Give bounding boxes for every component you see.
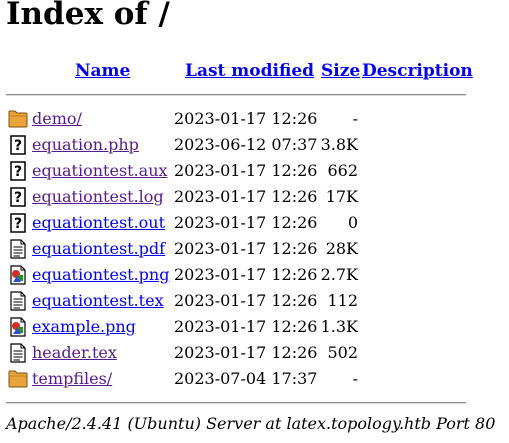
unknown-file-icon: ?	[8, 213, 28, 233]
size-cell: 28K	[325, 239, 358, 258]
size-cell: 1.3K	[320, 317, 358, 336]
size-cell: 3.8K	[320, 135, 358, 154]
size-cell: 662	[327, 161, 358, 180]
file-row: ? equationtest.log 2023-01-17 12:26 17K	[0, 185, 509, 209]
sort-by-description-link[interactable]: Description	[362, 61, 473, 81]
last-modified-cell: 2023-01-17 12:26	[174, 265, 318, 284]
file-link[interactable]: equationtest.pdf	[32, 237, 165, 261]
file-row: equationtest.pdf 2023-01-17 12:26 28K	[0, 237, 509, 261]
file-row: equationtest.png 2023-01-17 12:26 2.7K	[0, 263, 509, 287]
svg-text:?: ?	[14, 190, 22, 206]
last-modified-cell: 2023-01-17 12:26	[174, 161, 318, 180]
header-divider	[6, 94, 466, 96]
file-row: ? equation.php 2023-06-12 07:37 3.8K	[0, 133, 509, 157]
last-modified-cell: 2023-01-17 12:26	[174, 187, 318, 206]
text-file-icon	[8, 239, 28, 259]
svg-text:?: ?	[14, 138, 22, 154]
size-cell: 0	[347, 213, 358, 232]
last-modified-cell: 2023-07-04 17:37	[174, 369, 318, 388]
folder-icon	[8, 109, 28, 129]
size-cell: 2.7K	[320, 265, 358, 284]
footer-divider	[6, 402, 466, 404]
file-link[interactable]: example.png	[32, 315, 136, 339]
text-file-icon	[8, 343, 28, 363]
folder-icon	[8, 369, 28, 389]
last-modified-cell: 2023-01-17 12:26	[174, 109, 318, 128]
page-title: Index of /	[6, 0, 170, 32]
file-row: equationtest.tex 2023-01-17 12:26 112	[0, 289, 509, 313]
file-link[interactable]: equation.php	[32, 133, 139, 157]
sort-by-size-link[interactable]: Size	[321, 61, 360, 81]
file-row: tempfiles/2023-07-04 17:37 -	[0, 367, 509, 391]
size-cell: 502	[327, 343, 358, 362]
image-file-icon	[8, 265, 28, 285]
file-link[interactable]: demo/	[32, 107, 82, 131]
file-link[interactable]: equationtest.aux	[32, 159, 168, 183]
sort-by-name-link[interactable]: Name	[75, 61, 130, 81]
last-modified-cell: 2023-06-12 07:37	[174, 135, 318, 154]
file-link[interactable]: header.tex	[32, 341, 117, 365]
image-file-icon	[8, 317, 28, 337]
file-row: demo/2023-01-17 12:26 -	[0, 107, 509, 131]
unknown-file-icon: ?	[8, 187, 28, 207]
file-row: header.tex 2023-01-17 12:26 502	[0, 341, 509, 365]
unknown-file-icon: ?	[8, 135, 28, 155]
size-cell: 112	[327, 291, 358, 310]
unknown-file-icon: ?	[8, 161, 28, 181]
size-cell: -	[352, 369, 358, 388]
file-row: example.png 2023-01-17 12:26 1.3K	[0, 315, 509, 339]
last-modified-cell: 2023-01-17 12:26	[174, 239, 318, 258]
svg-text:?: ?	[14, 164, 22, 180]
server-signature: Apache/2.4.41 (Ubuntu) Server at latex.t…	[6, 414, 496, 433]
file-row: ? equationtest.aux 2023-01-17 12:26 662	[0, 159, 509, 183]
size-cell: 17K	[325, 187, 358, 206]
file-row: ? equationtest.out 2023-01-17 12:26 0	[0, 211, 509, 235]
file-link[interactable]: equationtest.log	[32, 185, 164, 209]
file-link[interactable]: tempfiles/	[32, 367, 112, 391]
size-cell: -	[352, 109, 358, 128]
last-modified-cell: 2023-01-17 12:26	[174, 317, 318, 336]
file-link[interactable]: equationtest.out	[32, 211, 165, 235]
svg-text:?: ?	[14, 216, 22, 232]
last-modified-cell: 2023-01-17 12:26	[174, 213, 318, 232]
file-link[interactable]: equationtest.tex	[32, 289, 164, 313]
last-modified-cell: 2023-01-17 12:26	[174, 343, 318, 362]
file-link[interactable]: equationtest.png	[32, 263, 169, 287]
sort-by-last-modified-link[interactable]: Last modified	[185, 61, 314, 81]
text-file-icon	[8, 291, 28, 311]
last-modified-cell: 2023-01-17 12:26	[174, 291, 318, 310]
